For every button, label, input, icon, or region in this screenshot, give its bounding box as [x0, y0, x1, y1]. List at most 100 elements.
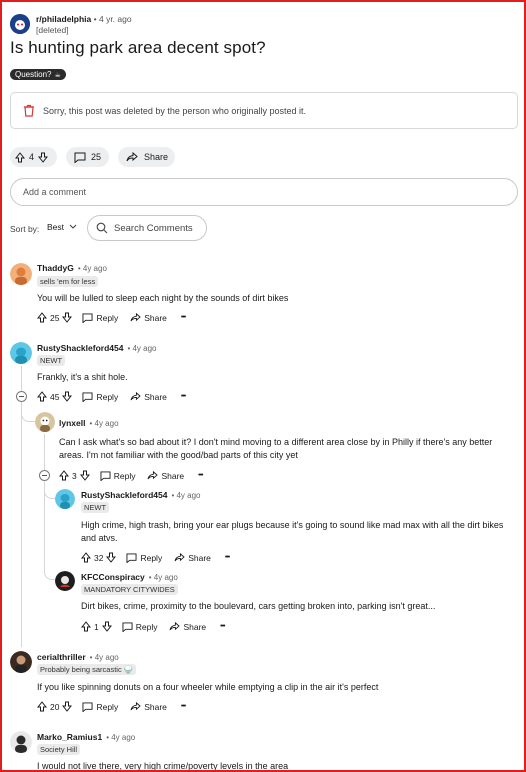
thread-elbow [21, 402, 35, 422]
share-button[interactable]: Share [130, 313, 167, 323]
user-flair: MANDATORY CITYWIDES [81, 584, 178, 595]
comment-actions: 45 Reply Share ••• [37, 391, 186, 402]
add-comment-input[interactable]: Add a comment [10, 178, 518, 206]
more-options-icon[interactable]: ••• [181, 393, 186, 400]
user-flair: Society Hill [37, 744, 81, 755]
comment-age: • 4y ago [89, 419, 119, 428]
post-meta: r/philadelphia • 4 yr. ago [36, 14, 132, 24]
upvote-icon[interactable] [59, 470, 69, 481]
avatar[interactable] [55, 571, 75, 591]
comment-header: Marko_Ramius1 • 4y ago [37, 732, 135, 742]
comment-icon [100, 470, 111, 481]
comment-header: lynxell • 4y ago [59, 418, 119, 428]
share-button[interactable]: Share [130, 702, 167, 712]
downvote-icon[interactable] [62, 701, 73, 712]
downvote-icon[interactable] [106, 552, 117, 563]
upvote-icon[interactable] [37, 391, 47, 402]
comment-age: • 4y ago [148, 573, 178, 582]
post-flair[interactable]: Question? ☕ [10, 69, 66, 80]
share-icon [130, 313, 141, 322]
share-button[interactable]: Share [147, 471, 184, 481]
comment-actions: 20 Reply Share ••• [37, 701, 186, 712]
upvote-icon[interactable] [37, 312, 47, 323]
comment-header: ThaddyG • 4y ago [37, 263, 107, 273]
collapse-thread-icon[interactable] [39, 470, 50, 481]
avatar[interactable] [10, 731, 32, 753]
reply-button[interactable]: Reply [126, 553, 162, 563]
reply-button[interactable]: Reply [82, 392, 118, 402]
share-label: Share [144, 701, 167, 712]
more-options-icon[interactable]: ••• [198, 472, 203, 479]
comment-actions: 25 Reply Share ••• [37, 312, 186, 323]
more-options-icon[interactable]: ••• [181, 703, 186, 710]
thread-line [21, 402, 22, 647]
downvote-icon[interactable] [62, 391, 73, 402]
comment-vote: 1 [81, 621, 112, 632]
comment-actions: 3 Reply Share ••• [59, 470, 204, 481]
avatar[interactable] [10, 342, 32, 364]
downvote-icon[interactable] [79, 470, 90, 481]
comment-author[interactable]: RustyShackleford454 [81, 490, 167, 500]
comment-author[interactable]: RustyShackleford454 [37, 343, 123, 353]
add-comment-placeholder: Add a comment [23, 187, 87, 197]
comment-author[interactable]: cerialthriller [37, 652, 86, 662]
share-icon [130, 702, 141, 711]
thread-line [21, 366, 22, 392]
reply-button[interactable]: Reply [82, 702, 118, 712]
comment-age: • 4y ago [127, 344, 157, 353]
reply-label: Reply [140, 552, 163, 563]
share-label: Share [144, 391, 167, 402]
upvote-icon[interactable] [15, 151, 25, 163]
avatar[interactable] [10, 651, 32, 673]
share-icon [174, 553, 185, 562]
reply-label: Reply [96, 312, 119, 323]
sort-value: Best [47, 222, 65, 232]
collapse-thread-icon[interactable] [16, 391, 27, 402]
comment-vote: 32 [81, 552, 117, 563]
subreddit-name[interactable]: r/philadelphia [36, 14, 91, 24]
comment-author[interactable]: lynxell [59, 418, 85, 428]
post-score: 4 [29, 152, 35, 162]
search-comments-input[interactable]: Search Comments [87, 215, 207, 241]
reply-label: Reply [96, 391, 119, 402]
upvote-icon[interactable] [81, 552, 91, 563]
comment-score: 20 [50, 701, 60, 712]
post-age: • 4 yr. ago [93, 14, 132, 24]
subreddit-avatar[interactable] [10, 14, 30, 34]
share-button[interactable]: Share [174, 553, 211, 563]
more-options-icon[interactable]: ••• [220, 623, 225, 630]
comment-header: KFCConspiracy • 4y ago [81, 572, 178, 582]
post-comments-button[interactable]: 25 [66, 147, 109, 167]
thread-elbow [44, 481, 55, 499]
sort-dropdown[interactable]: Best [47, 222, 77, 232]
comment-icon [74, 152, 86, 163]
more-options-icon[interactable]: ••• [181, 314, 186, 321]
user-flair: sells 'em for less [37, 276, 99, 287]
post-flair-label: Question? [15, 70, 52, 79]
reply-button[interactable]: Reply [82, 313, 118, 323]
downvote-icon[interactable] [101, 621, 112, 632]
upvote-icon[interactable] [37, 701, 47, 712]
reply-button[interactable]: Reply [122, 621, 157, 632]
comment-header: RustyShackleford454 • 4y ago [81, 490, 201, 500]
share-label: Share [161, 470, 185, 481]
upvote-icon[interactable] [81, 621, 91, 632]
downvote-icon[interactable] [38, 152, 49, 163]
share-button[interactable]: Share [169, 622, 206, 632]
comment-body: Can I ask what's so bad about it? I don'… [59, 437, 493, 460]
downvote-icon[interactable] [62, 312, 73, 323]
reply-button[interactable]: Reply [100, 470, 136, 481]
comment-author[interactable]: KFCConspiracy [81, 572, 145, 582]
post-vote-bar: 4 [10, 147, 57, 167]
comment-author[interactable]: Marko_Ramius1 [37, 732, 102, 742]
comment-author[interactable]: ThaddyG [37, 263, 74, 273]
user-flair: NEWT [81, 502, 110, 513]
post-share-button[interactable]: Share [118, 147, 175, 167]
reply-label: Reply [113, 470, 136, 481]
avatar[interactable] [35, 412, 55, 432]
avatar[interactable] [10, 263, 32, 285]
more-options-icon[interactable]: ••• [225, 554, 230, 561]
avatar[interactable] [55, 489, 75, 509]
share-button[interactable]: Share [130, 392, 167, 402]
comment-icon [122, 621, 133, 632]
